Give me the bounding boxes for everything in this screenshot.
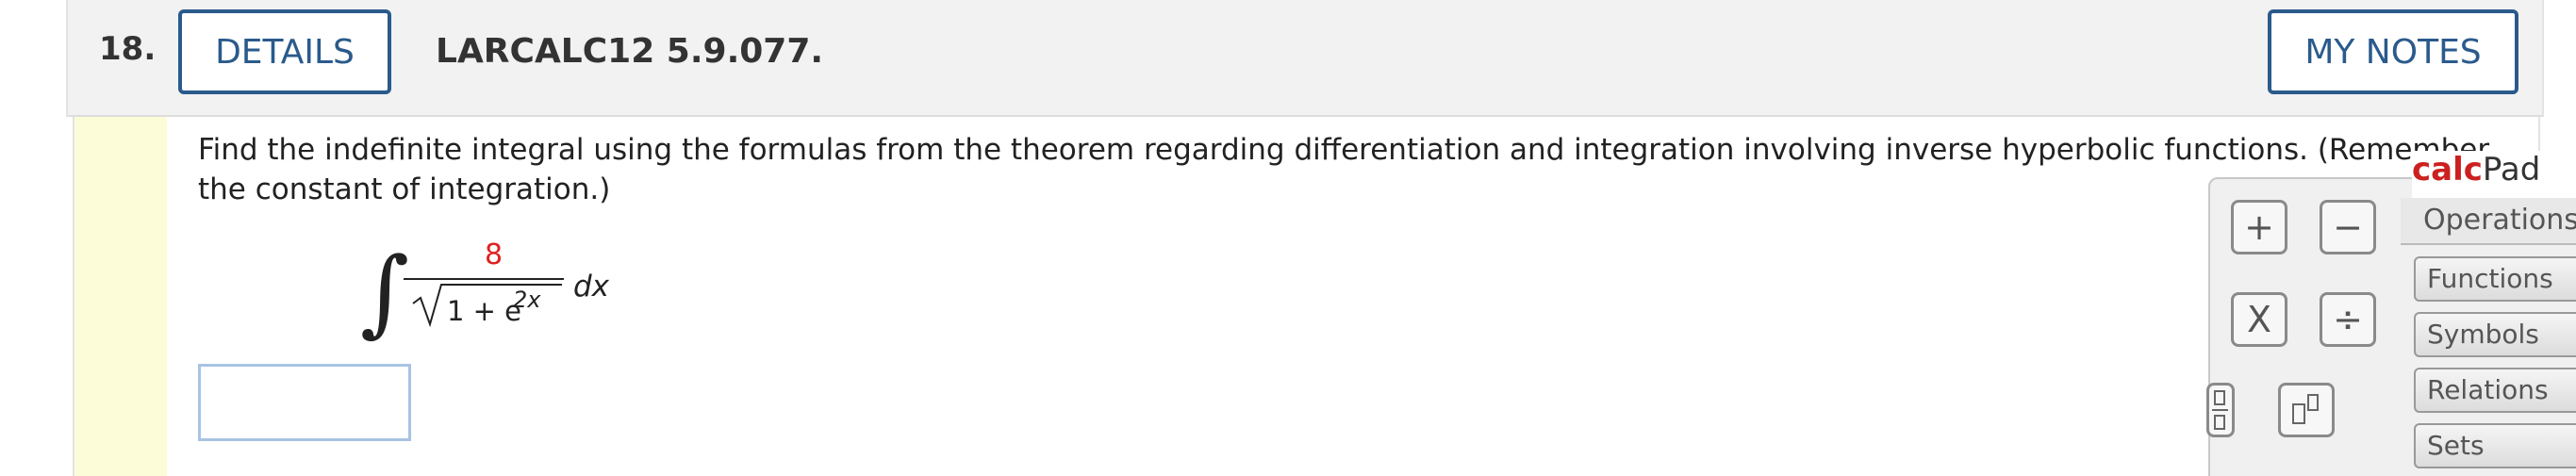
exponent-icon [2292,394,2319,424]
minus-key[interactable]: − [2320,200,2376,254]
tab-relations[interactable]: Relations [2414,368,2576,413]
tab-sets[interactable]: Sets [2414,423,2576,468]
exponent: 2x [513,287,541,313]
fraction-key[interactable] [2206,383,2235,437]
tab-operations[interactable]: Operations [2401,198,2576,245]
integral-expression: ∫ 8 1 + e 2x dx [360,222,662,347]
calcpad-title-calc: calc [2412,151,2483,189]
fraction-icon [2212,390,2228,430]
differential: dx [573,270,610,304]
details-button[interactable]: DETAILS [178,9,391,94]
question-prompt: Find the indefinite integral using the f… [198,133,2490,206]
tab-symbols[interactable]: Symbols [2414,312,2576,357]
calcpad-title-pad: Pad [2482,151,2541,189]
my-notes-button[interactable]: MY NOTES [2268,9,2518,94]
integral-svg: ∫ 8 1 + e 2x dx [360,237,610,347]
times-key[interactable]: X [2231,292,2287,347]
question-number: 18. [99,30,157,68]
plus-key[interactable]: + [2231,200,2287,254]
tab-functions[interactable]: Functions [2414,256,2576,302]
left-margin-bar [73,117,167,476]
integral-numerator: 8 [485,238,503,271]
exponent-key[interactable] [2278,383,2335,437]
divide-key[interactable]: ÷ [2320,292,2376,347]
integral-sign: ∫ [360,237,409,345]
question-reference: LARCALC12 5.9.077. [436,32,824,71]
radicand: 1 + e [447,295,521,327]
calcpad-title: calcPad [2412,151,2576,198]
answer-input[interactable] [198,364,411,441]
